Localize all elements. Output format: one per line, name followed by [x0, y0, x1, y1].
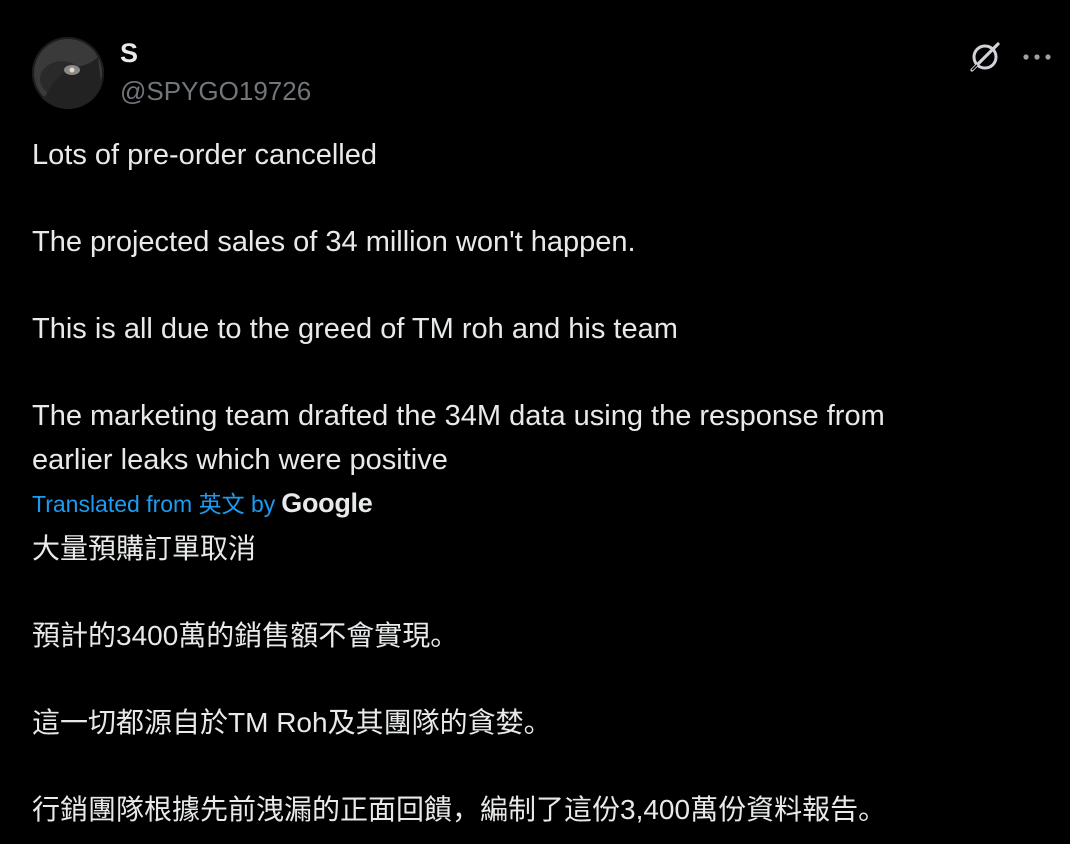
tweet-paragraph: The marketing team drafted the 34M data …	[32, 400, 885, 432]
more-options-icon[interactable]	[1020, 40, 1054, 74]
tweet-body: Lots of pre-order cancelled The projecte…	[32, 134, 1032, 482]
translated-body: 大量預購訂單取消 預計的3400萬的銷售額不會實現。 這一切都源自於TM Roh…	[32, 527, 1042, 832]
translated-paragraph: 大量預購訂單取消	[32, 533, 257, 564]
tweet-paragraph: This is all due to the greed of TM roh a…	[32, 313, 678, 345]
tweet-paragraph: Lots of pre-order cancelled	[32, 139, 377, 171]
avatar-image	[32, 37, 104, 109]
translation-label[interactable]: Translated from 英文 by	[32, 485, 275, 519]
translated-paragraph: 這一切都源自於TM Roh及其團隊的貪婪。	[32, 707, 552, 738]
translated-paragraph: 預計的3400萬的銷售額不會實現。	[32, 620, 459, 651]
author-display-name[interactable]: S	[120, 38, 138, 69]
tweet-paragraph: The projected sales of 34 million won't …	[32, 226, 636, 258]
tweet-card: S @SPYGO19726 Lots of pre-order cancelle…	[0, 0, 1070, 844]
translated-paragraph: 行銷團隊根據先前洩漏的正面回饋，編制了這份3,400萬份資料報告。	[32, 794, 887, 825]
google-logo: Google	[281, 488, 373, 518]
author-handle[interactable]: @SPYGO19726	[120, 76, 311, 107]
tweet-paragraph: earlier leaks which were positive	[32, 443, 448, 476]
avatar[interactable]	[32, 37, 104, 109]
translation-attribution[interactable]: Translated from 英文 by Google	[32, 485, 373, 519]
grok-icon[interactable]	[968, 40, 1002, 74]
